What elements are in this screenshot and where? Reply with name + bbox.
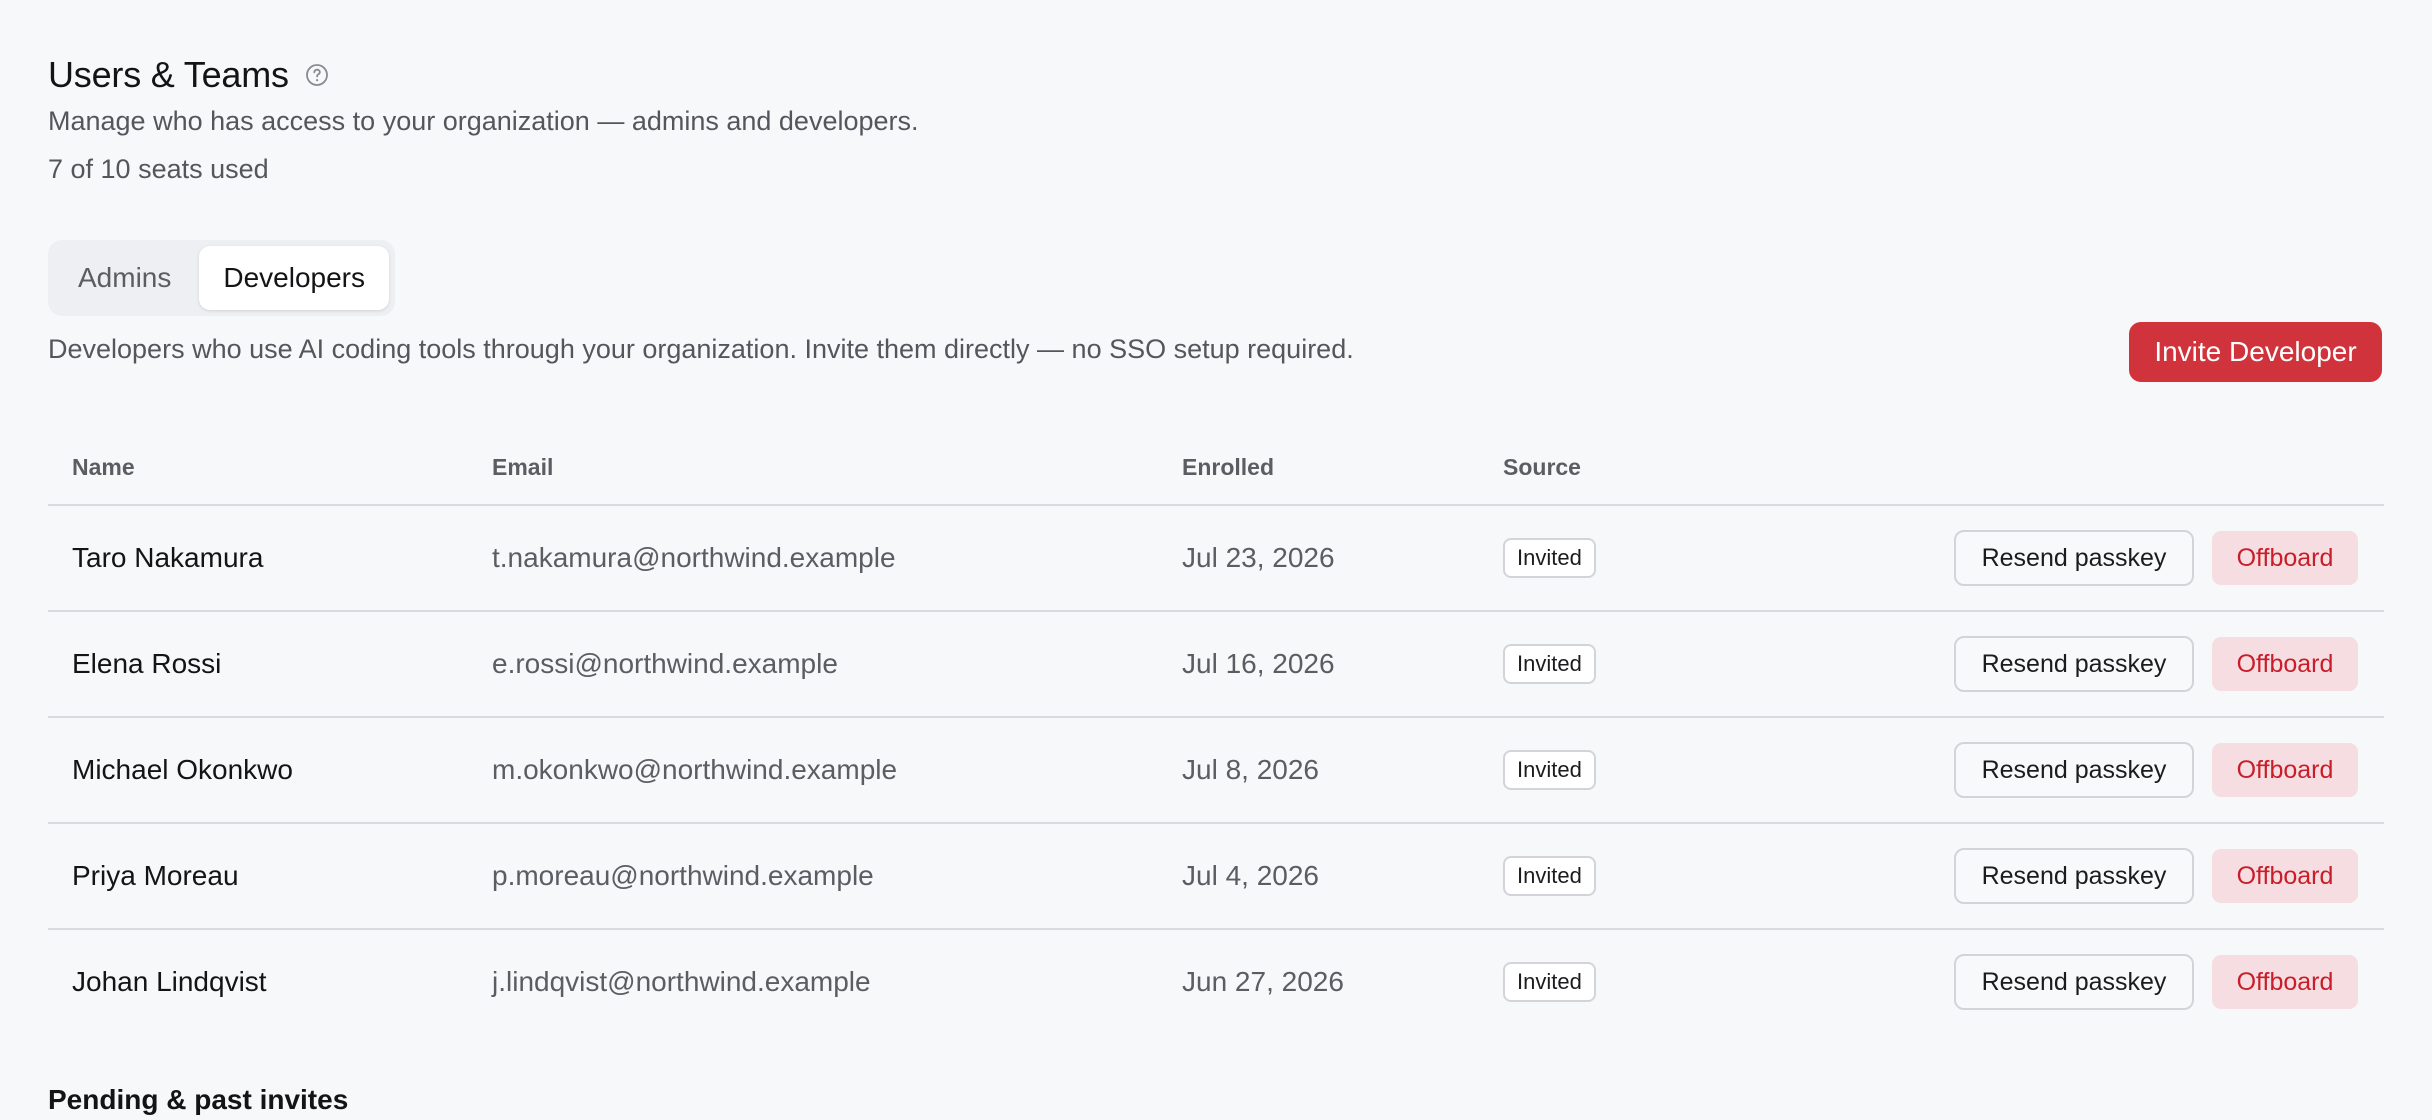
developer-name: Taro Nakamura	[72, 542, 264, 573]
resend-passkey-button[interactable]: Resend passkey	[1954, 848, 2194, 904]
row-actions: Resend passkey Offboard	[1954, 612, 2358, 716]
developer-email: p.moreau@northwind.example	[492, 860, 874, 891]
column-header-name: Name	[72, 454, 135, 480]
source-badge: Invited	[1503, 538, 1596, 578]
offboard-button[interactable]: Offboard	[2212, 849, 2358, 903]
developer-name: Johan Lindqvist	[72, 966, 267, 997]
developer-name: Michael Okonkwo	[72, 754, 293, 785]
row-actions: Resend passkey Offboard	[1954, 506, 2358, 610]
page-subtitle: Manage who has access to your organizati…	[48, 106, 919, 136]
page-title: Users & Teams	[48, 54, 289, 95]
pending-invites-heading: Pending & past invites	[48, 1084, 349, 1115]
table-row: Priya Moreau p.moreau@northwind.example …	[48, 824, 2384, 930]
table-row: Johan Lindqvist j.lindqvist@northwind.ex…	[48, 930, 2384, 1034]
table-row: Michael Okonkwo m.okonkwo@northwind.exam…	[48, 718, 2384, 824]
table-row: Elena Rossi e.rossi@northwind.example Ju…	[48, 612, 2384, 718]
developer-name: Elena Rossi	[72, 648, 222, 679]
enrolled-date: Jul 8, 2026	[1182, 754, 1319, 785]
tab-bar: Admins Developers	[48, 240, 396, 316]
invite-developer-button[interactable]: Invite Developer	[2129, 322, 2382, 382]
enrolled-date: Jul 23, 2026	[1182, 542, 1335, 573]
question-circle-icon[interactable]	[305, 63, 329, 87]
tab-developers[interactable]: Developers	[199, 246, 390, 310]
developers-table: Name Email Enrolled Source Taro Nakamura…	[48, 432, 2384, 1034]
source-badge: Invited	[1503, 962, 1596, 1002]
table-row: Taro Nakamura t.nakamura@northwind.examp…	[48, 506, 2384, 612]
source-cell: Invited	[1503, 930, 1596, 1034]
resend-passkey-button[interactable]: Resend passkey	[1954, 954, 2194, 1010]
source-badge: Invited	[1503, 644, 1596, 684]
tab-admins[interactable]: Admins	[54, 246, 195, 310]
source-cell: Invited	[1503, 612, 1596, 716]
developer-email: t.nakamura@northwind.example	[492, 542, 896, 573]
source-cell: Invited	[1503, 718, 1596, 822]
enrolled-date: Jul 4, 2026	[1182, 860, 1319, 891]
source-badge: Invited	[1503, 856, 1596, 896]
source-cell: Invited	[1503, 506, 1596, 610]
resend-passkey-button[interactable]: Resend passkey	[1954, 742, 2194, 798]
developer-name: Priya Moreau	[72, 860, 239, 891]
title-row: Users & Teams	[48, 52, 329, 98]
offboard-button[interactable]: Offboard	[2212, 531, 2358, 585]
row-actions: Resend passkey Offboard	[1954, 824, 2358, 928]
developer-email: e.rossi@northwind.example	[492, 648, 838, 679]
resend-passkey-button[interactable]: Resend passkey	[1954, 530, 2194, 586]
enrolled-date: Jun 27, 2026	[1182, 966, 1344, 997]
section-description: Developers who use AI coding tools throu…	[48, 334, 1354, 364]
row-actions: Resend passkey Offboard	[1954, 930, 2358, 1034]
offboard-button[interactable]: Offboard	[2212, 637, 2358, 691]
seats-used-text: 7 of 10 seats used	[48, 154, 269, 184]
column-header-email: Email	[492, 454, 554, 480]
developer-email: j.lindqvist@northwind.example	[492, 966, 871, 997]
developer-email: m.okonkwo@northwind.example	[492, 754, 898, 785]
row-actions: Resend passkey Offboard	[1954, 718, 2358, 822]
column-header-source: Source	[1503, 454, 1581, 480]
resend-passkey-button[interactable]: Resend passkey	[1954, 636, 2194, 692]
offboard-button[interactable]: Offboard	[2212, 955, 2358, 1009]
enrolled-date: Jul 16, 2026	[1182, 648, 1335, 679]
source-cell: Invited	[1503, 824, 1596, 928]
source-badge: Invited	[1503, 750, 1596, 790]
column-header-enrolled: Enrolled	[1182, 454, 1275, 480]
table-header: Name Email Enrolled Source	[48, 432, 2384, 506]
offboard-button[interactable]: Offboard	[2212, 743, 2358, 797]
